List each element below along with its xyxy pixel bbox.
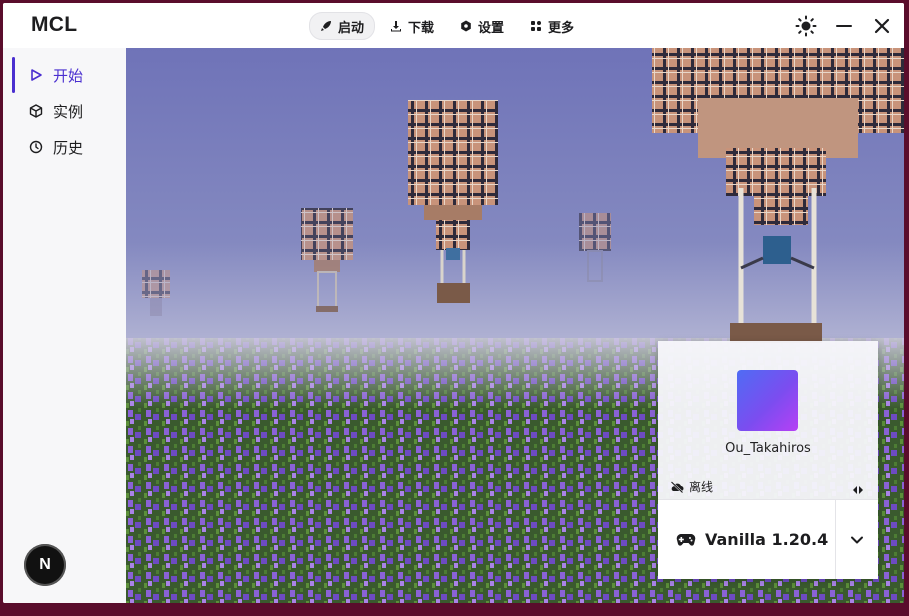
sidebar: 开始 实例 历史 N	[3, 48, 126, 603]
minimize-button[interactable]	[832, 14, 856, 38]
switch-account-button[interactable]	[852, 480, 864, 499]
rocket-icon	[321, 21, 331, 31]
n-badge-button[interactable]: N	[24, 544, 66, 586]
sidebar-item-label: 历史	[53, 138, 84, 157]
version-bar: Vanilla 1.20.4	[658, 499, 878, 579]
username: Ou_Takahiros	[725, 441, 811, 456]
status-label: 离线	[689, 480, 714, 494]
tab-label: 下载	[408, 20, 435, 36]
sidebar-item-history[interactable]: 历史	[3, 132, 126, 162]
tab-download[interactable]: 下载	[379, 12, 445, 40]
play-icon	[31, 69, 42, 81]
tab-label: 设置	[478, 20, 505, 36]
app-title: MCL	[31, 13, 78, 36]
tab-launch[interactable]: 启动	[309, 12, 376, 40]
version-dropdown-button[interactable]	[835, 500, 878, 579]
gamepad-icon	[676, 533, 696, 546]
gear-icon	[461, 20, 471, 32]
sidebar-item-instances[interactable]: 实例	[3, 96, 126, 126]
account-status: 离线	[670, 478, 713, 495]
apps-icon	[531, 21, 542, 31]
cube-icon	[29, 104, 43, 118]
launch-version-button[interactable]: Vanilla 1.20.4	[658, 500, 835, 579]
sun-icon	[795, 15, 817, 37]
theme-toggle-button[interactable]	[794, 14, 818, 38]
tab-label: 启动	[338, 20, 365, 36]
tab-more[interactable]: 更多	[519, 12, 585, 40]
avatar	[737, 370, 798, 431]
history-icon	[29, 140, 43, 154]
download-icon	[391, 21, 402, 32]
tab-label: 更多	[548, 20, 575, 36]
sidebar-item-label: 开始	[53, 66, 84, 85]
title-bar: MCL 启动 下载 设置 更多	[3, 3, 904, 48]
cloud-off-icon	[670, 480, 684, 493]
sidebar-item-start[interactable]: 开始	[3, 57, 126, 93]
account-panel: Ou_Takahiros 离线 Vanilla 1.20.4	[658, 341, 878, 579]
sidebar-item-label: 实例	[53, 102, 84, 121]
close-icon	[874, 18, 890, 34]
minimize-icon	[836, 25, 852, 27]
tab-settings[interactable]: 设置	[449, 12, 515, 40]
version-label: Vanilla 1.20.4	[705, 530, 829, 549]
chevron-down-icon	[851, 536, 863, 543]
window-controls	[794, 14, 894, 38]
close-button[interactable]	[870, 14, 894, 38]
launcher-window: MCL 启动 下载 设置 更多 开始 实例 历史 N Ou_Takahiros …	[3, 3, 904, 603]
top-nav: 启动 下载 设置 更多	[309, 12, 585, 40]
swap-arrows-icon	[853, 486, 863, 494]
